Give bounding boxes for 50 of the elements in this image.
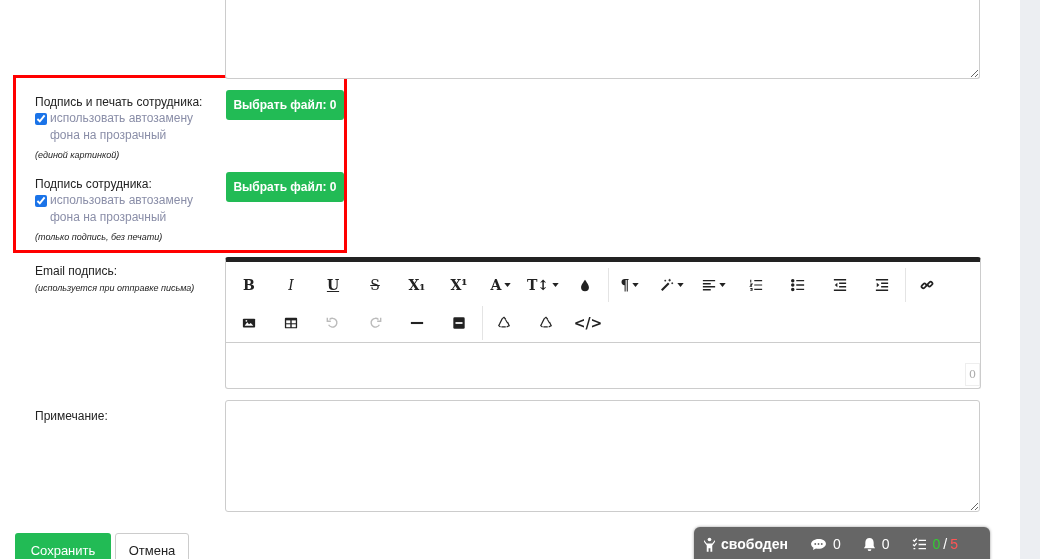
align-left-icon xyxy=(702,278,716,292)
field-label: Подпись и печать сотрудника: xyxy=(35,94,204,110)
format-button[interactable]: U xyxy=(312,269,354,301)
format-button[interactable]: S xyxy=(354,269,396,301)
image-icon xyxy=(242,316,256,330)
undo-icon xyxy=(326,316,340,330)
minus-box-icon xyxy=(452,316,466,330)
field-label: Email подпись: xyxy=(35,263,119,279)
tasks-counter[interactable]: 0 / 5 xyxy=(911,536,958,552)
bell-icon xyxy=(862,536,876,552)
checkbox[interactable] xyxy=(35,113,47,125)
format-button[interactable]: X¹ xyxy=(438,269,480,301)
caret-icon xyxy=(632,283,640,287)
status-toggle[interactable]: свободен xyxy=(704,536,788,552)
checklist-icon xyxy=(911,537,927,551)
magic-wand-icon xyxy=(660,278,674,292)
caret-icon xyxy=(504,283,512,287)
field-hint: (используется при отправке письма) xyxy=(35,283,196,293)
format-button[interactable]: </> xyxy=(567,307,609,339)
checkbox[interactable] xyxy=(35,195,47,207)
person-icon xyxy=(704,536,715,552)
caret-icon xyxy=(719,283,726,287)
caret-icon xyxy=(677,283,684,287)
messages-counter[interactable]: 0 xyxy=(809,536,841,552)
caret-icon xyxy=(552,283,560,287)
format-button[interactable]: A xyxy=(480,269,522,301)
field-label: Примечание: xyxy=(35,408,109,424)
bullet-list-icon xyxy=(791,278,805,292)
character-counter: 0 xyxy=(965,363,980,386)
field-label: Подпись сотрудника: xyxy=(35,176,153,192)
format-button[interactable]: X₁ xyxy=(396,269,438,301)
format-button[interactable]: T↕ xyxy=(522,269,564,301)
outdent-icon xyxy=(833,278,847,292)
redo-icon xyxy=(368,316,382,330)
note-field[interactable] xyxy=(225,400,980,512)
format-button[interactable]: I xyxy=(270,269,312,301)
field-hint: (единой картинкой) xyxy=(35,150,121,160)
drop-icon xyxy=(578,278,592,292)
checkbox-label: использовать автозамену фона на прозрачный xyxy=(50,192,195,226)
notifications-counter[interactable]: 0 xyxy=(862,536,890,552)
format-button[interactable]: ¶ xyxy=(609,269,651,301)
numbered-list-icon xyxy=(749,278,763,292)
table-icon xyxy=(284,316,298,330)
chat-icon xyxy=(809,537,827,551)
field-hint: (только подпись, без печати) xyxy=(35,232,164,242)
cancel-button[interactable]: Отмена xyxy=(115,533,189,559)
link-icon xyxy=(920,278,934,292)
format-button[interactable]: B xyxy=(228,269,270,301)
indent-icon xyxy=(875,278,889,292)
checkbox-label: использовать автозамену фона на прозрачный xyxy=(50,110,195,144)
